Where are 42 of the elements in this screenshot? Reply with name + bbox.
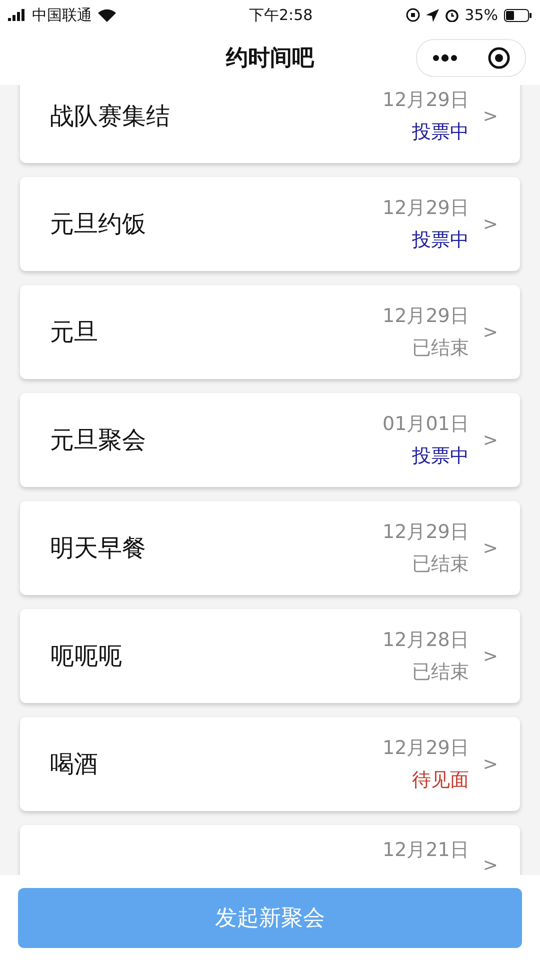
event-title: 元旦聚会 xyxy=(50,425,147,456)
chevron-icon: > xyxy=(482,646,498,666)
event-card[interactable]: 12月21日 > xyxy=(20,825,520,875)
event-date: 12月29日 xyxy=(382,196,469,221)
wifi-icon xyxy=(98,8,116,22)
event-title: 元旦约饭 xyxy=(50,209,147,240)
event-title: 喝酒 xyxy=(50,749,99,780)
event-status: 投票中 xyxy=(412,444,469,469)
event-date: 12月28日 xyxy=(382,628,469,653)
alarm-icon xyxy=(444,8,459,22)
event-status: 投票中 xyxy=(412,120,469,145)
event-date: 12月21日 xyxy=(382,838,469,863)
event-title: 明天早餐 xyxy=(50,533,147,564)
event-date: 12月29日 xyxy=(382,736,469,761)
page-title: 约时间吧 xyxy=(226,44,314,72)
event-status: 待见面 xyxy=(412,768,469,793)
event-date: 12月29日 xyxy=(382,88,469,113)
event-status: 投票中 xyxy=(412,228,469,253)
chevron-icon: > xyxy=(482,855,498,875)
more-icon[interactable] xyxy=(432,54,458,62)
clock-time: 下午2:58 xyxy=(248,6,313,24)
event-date: 12月29日 xyxy=(382,304,469,329)
event-status: 已结束 xyxy=(412,660,469,685)
chevron-icon: > xyxy=(482,754,498,774)
location-icon xyxy=(426,8,439,22)
event-date: 01月01日 xyxy=(382,412,469,437)
signal-icon xyxy=(8,9,26,21)
battery-icon xyxy=(504,8,532,22)
chevron-icon: > xyxy=(482,106,498,126)
event-title: 战队赛集结 xyxy=(50,101,171,132)
event-title: 呃呃呃 xyxy=(50,641,123,672)
chevron-icon: > xyxy=(482,322,498,342)
battery-percent: 35% xyxy=(464,6,498,24)
chevron-icon: > xyxy=(482,430,498,450)
chevron-icon: > xyxy=(482,214,498,234)
lock-rotation-icon xyxy=(406,8,420,22)
event-status: 已结束 xyxy=(412,336,469,361)
chevron-icon: > xyxy=(482,538,498,558)
event-status: 已结束 xyxy=(412,552,469,577)
carrier-name: 中国联通 xyxy=(32,6,92,24)
event-date: 12月29日 xyxy=(382,520,469,545)
event-title: 元旦 xyxy=(50,317,99,348)
